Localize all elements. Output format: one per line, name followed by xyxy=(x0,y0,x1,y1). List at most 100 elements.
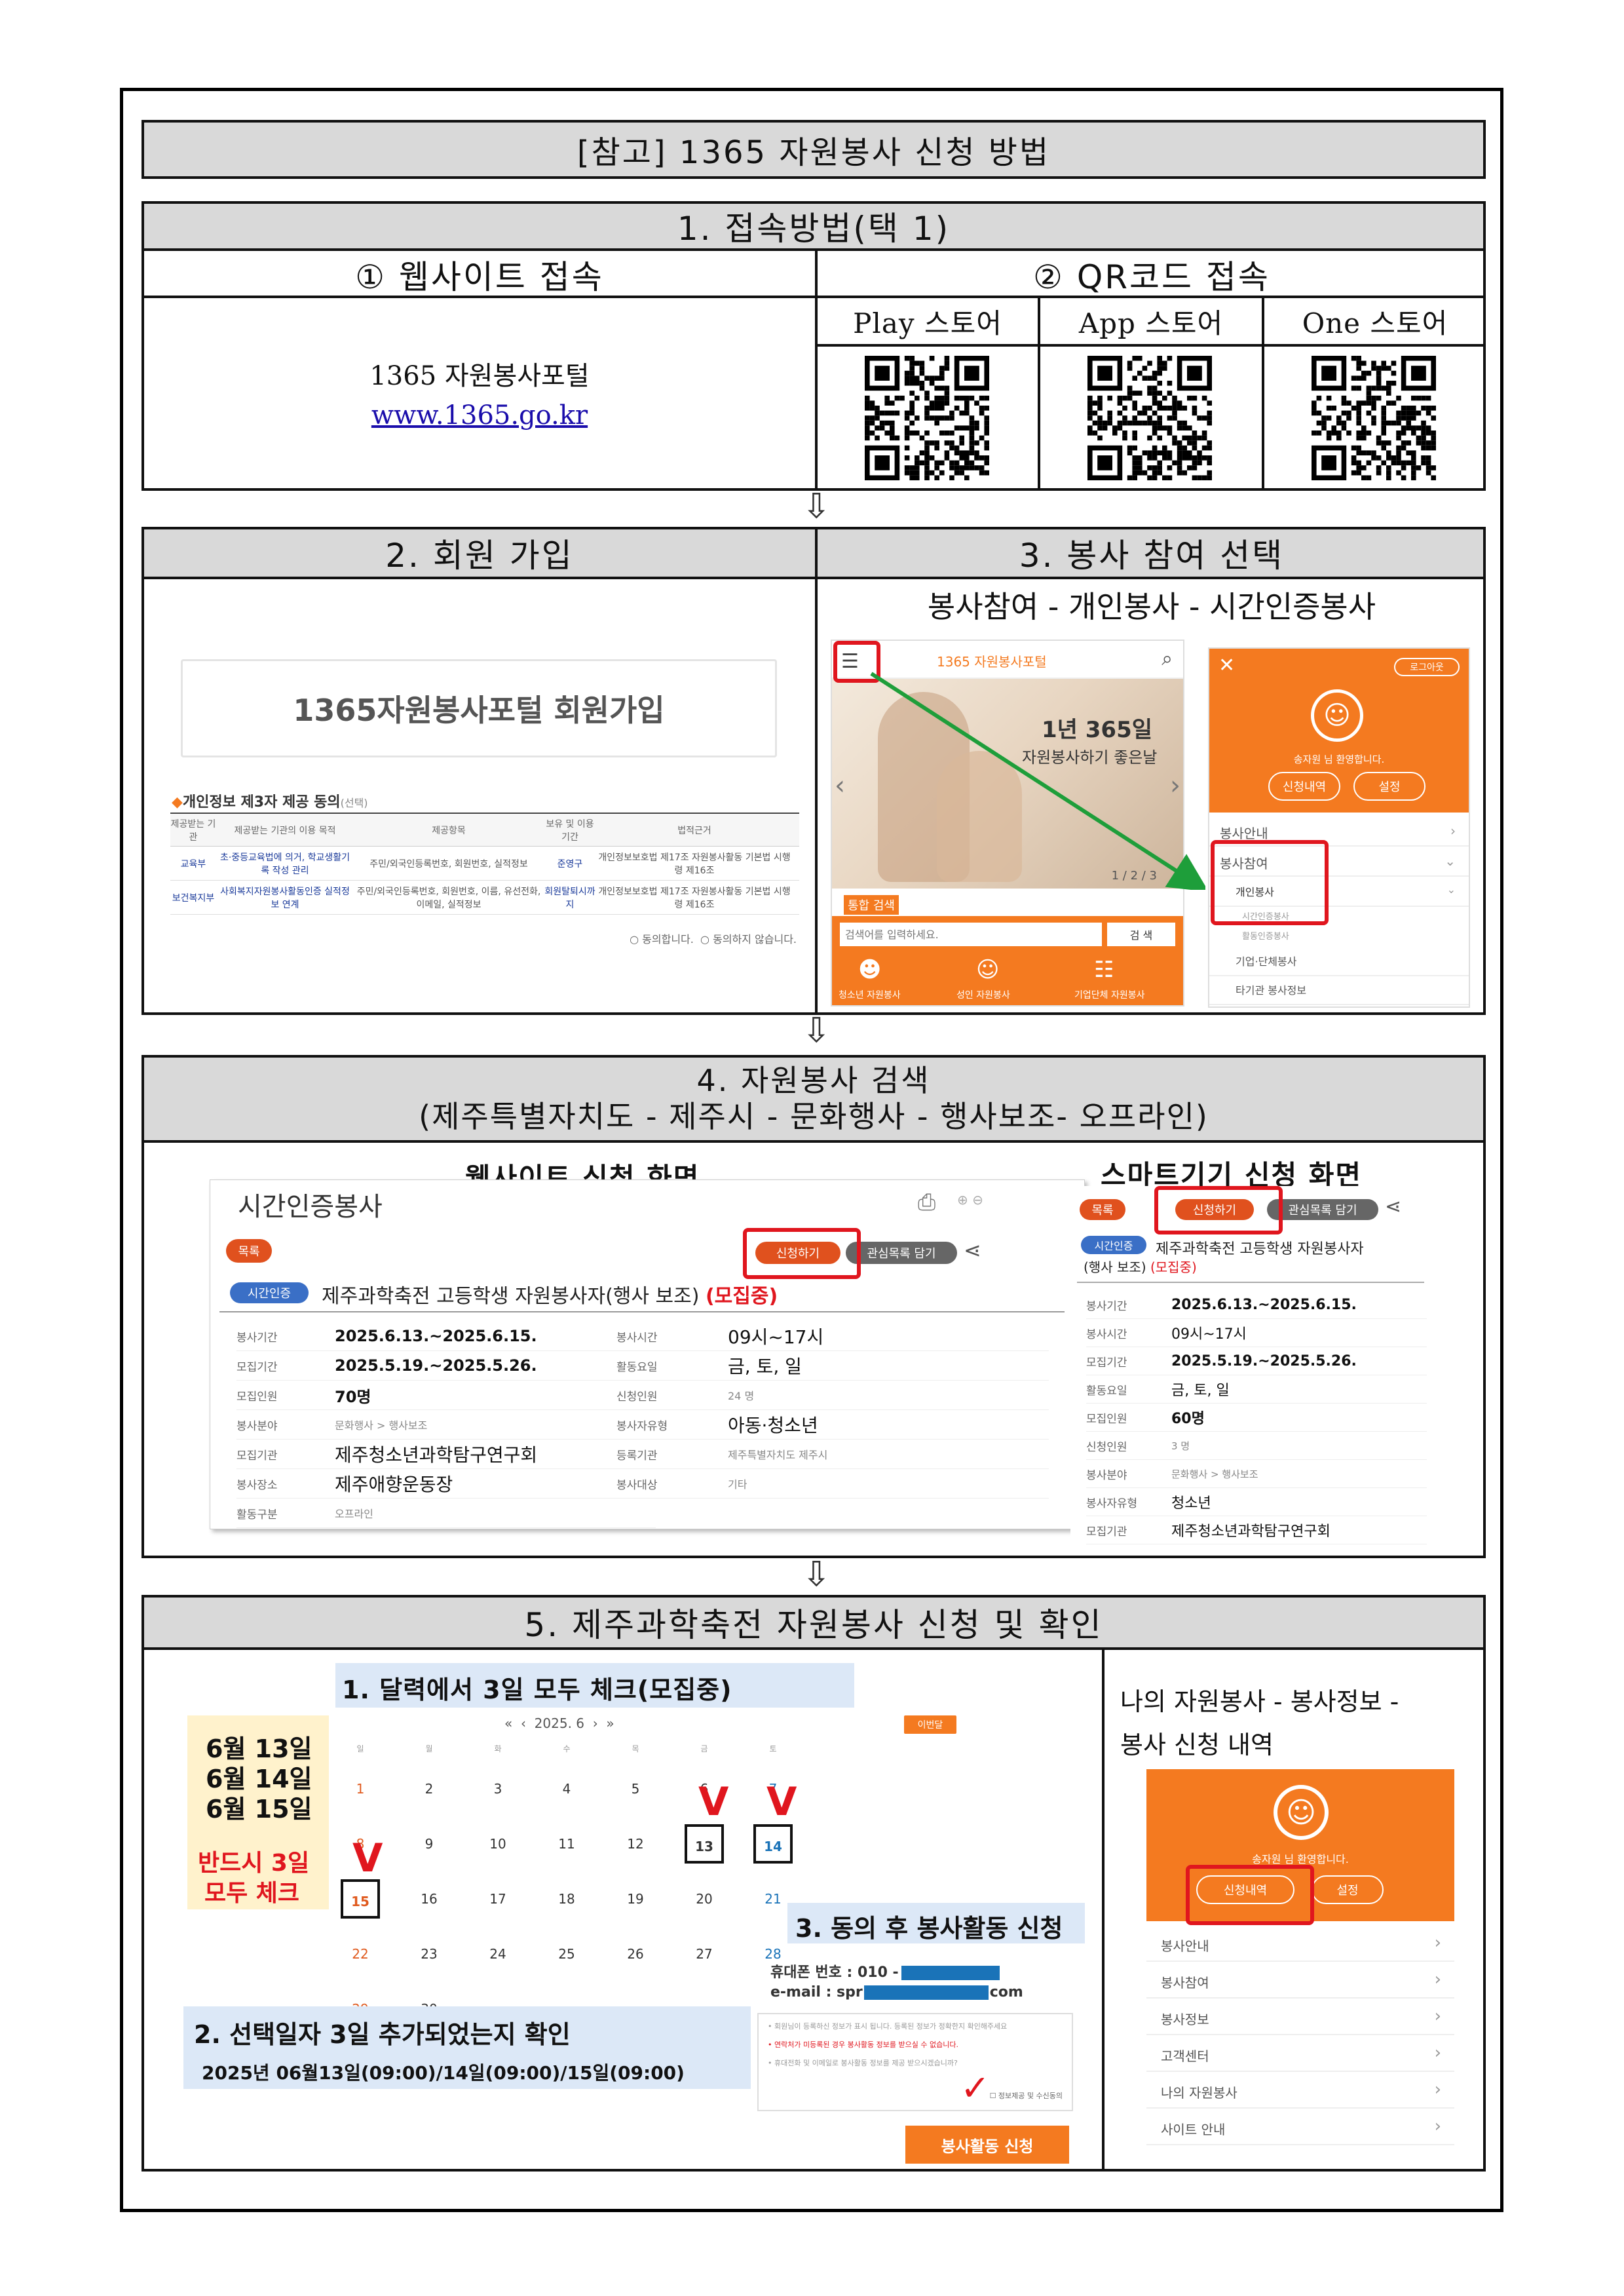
mobile-menu-screenshot: ✕ 로그아웃 ☺ 송자원 님 환영합니다. 신청내역 설정 봉사안내 › 봉사참여… xyxy=(1208,647,1470,1008)
calendar-day[interactable]: 25 xyxy=(547,1934,586,1974)
calendar-day[interactable]: 24 xyxy=(478,1934,518,1974)
calendar-day[interactable]: 18 xyxy=(547,1879,586,1919)
menu-corporate[interactable]: 기업·단체봉사 xyxy=(1209,947,1469,976)
web-detail-left-row: 봉사분야 문화행사 > 행사보조 xyxy=(236,1410,656,1440)
web-detail-left-value: 제주애향운동장 xyxy=(335,1474,453,1495)
calendar-day[interactable]: 21 xyxy=(753,1879,793,1919)
cell: 준영구 xyxy=(557,858,583,870)
adult-volunteer-icon[interactable]: ☺ xyxy=(976,957,999,983)
calendar-day[interactable]: 4 xyxy=(547,1769,586,1808)
menu-activity-cert[interactable]: 활동인증봉사 xyxy=(1242,929,1289,942)
calendar-day[interactable]: 5 xyxy=(616,1769,655,1808)
print-icon[interactable]: ⎙ xyxy=(918,1189,935,1215)
calendar-day-selected[interactable]: 15 xyxy=(341,1879,380,1919)
this-month-button[interactable]: 이번달 xyxy=(904,1715,956,1734)
disagree-radio[interactable]: ○ 동의하지 않습니다. xyxy=(700,933,797,946)
web-detail-right-row: 봉사대상 기타 xyxy=(616,1469,1049,1499)
col-basis: 법적근거 xyxy=(677,825,711,836)
web-detail-right-label: 활동요일 xyxy=(616,1360,658,1374)
my-menu-item[interactable]: 나의 자원봉사 › xyxy=(1146,2073,1454,2109)
web-detail-right-label: 봉사시간 xyxy=(616,1331,658,1345)
cell: 개인정보보호법 제17조 자원봉사활동 기본법 시행령 제16조 xyxy=(598,852,791,876)
web-detail-left-row: 모집기관 제주청소년과학탐구연구회 xyxy=(236,1440,656,1469)
favorite-button[interactable]: 관심목록 담기 xyxy=(846,1242,957,1264)
consent-row-1: 교육부 초·중등교육법에 의거, 학교생활기록 작성 관리 주민/외국인등록번호… xyxy=(170,847,799,881)
calendar-day[interactable]: 23 xyxy=(409,1934,449,1974)
carousel-prev-icon[interactable]: ‹ xyxy=(835,771,845,801)
calendar-day-selected[interactable]: 14 xyxy=(753,1824,793,1864)
time-cert-badge: 시간인증 xyxy=(230,1282,309,1303)
share-icon[interactable]: ⋖ xyxy=(964,1238,981,1263)
section3-path: 봉사참여 - 개인봉사 - 시간인증봉사 xyxy=(927,589,1376,624)
menu-label: 봉사안내 xyxy=(1220,826,1268,841)
calendar-day[interactable]: 27 xyxy=(685,1934,724,1974)
my-menu-item[interactable]: 봉사참여 › xyxy=(1146,1963,1454,1999)
section4-subtitle: (제주특별자치도 - 제주시 - 문화행사 - 행사보조- 오프라인) xyxy=(419,1099,1209,1134)
consent-checkbox[interactable]: ☐ 정보제공 및 수신동의 xyxy=(990,2090,1063,2101)
calendar-day[interactable]: 3 xyxy=(478,1769,518,1808)
email-redacted xyxy=(863,1985,989,2000)
calendar-day-selected[interactable]: 13 xyxy=(685,1824,724,1864)
youth-volunteer-icon[interactable]: ☻ xyxy=(858,957,881,983)
consent-title: ◆개인정보 제3자 제공 동의(선택) xyxy=(172,794,368,811)
web-detail-left-label: 모집기관 xyxy=(236,1449,278,1463)
search-panel: 검 색 ☻ ☺ ☷ 청소년 자원봉사 성인 자원봉사 기업단체 자원봉사 xyxy=(832,916,1183,1005)
portal-url-link[interactable]: www.1365.go.kr xyxy=(144,400,815,430)
cell: 사회복지자원봉사활동인증 실적정보 연계 xyxy=(220,886,350,910)
store-app-label: App 스토어 xyxy=(1078,307,1224,339)
mobile-detail-label: 모집기간 xyxy=(1086,1356,1127,1369)
calendar-nav[interactable]: « ‹ 2025. 6 › » xyxy=(504,1715,614,1731)
notice-1: • 회원님이 등록하신 정보가 표시 됩니다. 등록된 정보가 정확한지 확인해… xyxy=(768,2022,1008,2031)
my-menu-item[interactable]: 봉사안내 › xyxy=(1146,1926,1454,1962)
calendar-day[interactable]: 22 xyxy=(341,1934,380,1974)
web-detail-left-row: 모집인원 70명 xyxy=(236,1381,656,1410)
mobile-list-button[interactable]: 목록 xyxy=(1080,1199,1125,1220)
web-detail-right-value: 24 명 xyxy=(728,1390,755,1402)
calendar-day[interactable]: 20 xyxy=(685,1879,724,1919)
consent-radio-group[interactable]: ○ 동의합니다. ○ 동의하지 않습니다. xyxy=(630,930,797,946)
close-icon[interactable]: ✕ xyxy=(1218,654,1235,677)
my-menu-label: 고객센터 xyxy=(1161,2048,1209,2064)
logout-button[interactable]: 로그아웃 xyxy=(1394,658,1460,676)
calendar-day[interactable]: 9 xyxy=(409,1824,449,1864)
calendar-day[interactable]: 10 xyxy=(478,1824,518,1864)
calendar-day[interactable]: 1 xyxy=(341,1769,380,1808)
settings-button[interactable]: 설정 xyxy=(1353,772,1426,801)
section5-title: 5. 제주과학축전 자원봉사 신청 및 확인 xyxy=(144,1598,1483,1650)
corporate-volunteer-icon[interactable]: ☷ xyxy=(1094,957,1114,983)
event-title: 제주과학축전 고등학생 자원봉사자(행사 보조) (모집중) xyxy=(322,1280,778,1309)
calendar-day[interactable]: 19 xyxy=(616,1879,655,1919)
qr-code-play-store[interactable] xyxy=(865,356,989,480)
my-menu-item[interactable]: 봉사정보 › xyxy=(1146,2000,1454,2035)
col-agency: 제공받는 기관 xyxy=(170,818,216,843)
my-volunteer-path-2: 봉사 신청 내역 xyxy=(1120,1731,1274,1759)
calendar-day[interactable]: 26 xyxy=(616,1934,655,1974)
cell: 개인정보보호법 제17조 자원봉사활동 기본법 시행령 제16조 xyxy=(598,886,791,910)
calendar-day[interactable]: 16 xyxy=(409,1879,449,1919)
calendar-day[interactable]: 12 xyxy=(616,1824,655,1864)
my-menu-item[interactable]: 사이트 안내 › xyxy=(1146,2110,1454,2145)
my-menu-item[interactable]: 고객센터 › xyxy=(1146,2037,1454,2072)
notice-3: • 휴대전화 및 이메일로 봉사활동 정보를 제공 받으시겠습니까? xyxy=(768,2059,958,2067)
qr-code-one-store[interactable] xyxy=(1312,356,1436,480)
list-button[interactable]: 목록 xyxy=(226,1239,272,1263)
apply-history-button[interactable]: 신청내역 xyxy=(1268,772,1340,801)
calendar-day[interactable]: 11 xyxy=(547,1824,586,1864)
search-input[interactable] xyxy=(840,923,1102,946)
date-highlight-box: 6월 13일 6월 14일 6월 15일 반드시 3일 모두 체크 xyxy=(187,1715,329,1909)
qr-code-app-store[interactable] xyxy=(1087,356,1212,480)
zoom-icons[interactable]: ⊕ ⊖ xyxy=(957,1192,983,1208)
icon-label-adult: 성인 자원봉사 xyxy=(956,990,1010,1001)
calendar-day[interactable]: 2 xyxy=(409,1769,449,1808)
agree-radio[interactable]: ○ 동의합니다. xyxy=(630,933,694,946)
mobile-share-icon[interactable]: ⋖ xyxy=(1385,1195,1401,1218)
calendar-day[interactable]: 17 xyxy=(478,1879,518,1919)
search-button[interactable]: 검 색 xyxy=(1107,923,1175,946)
submit-volunteer-button[interactable]: 봉사활동 신청 xyxy=(905,2126,1069,2164)
mobile-favorite-button[interactable]: 관심목록 담기 xyxy=(1267,1199,1378,1220)
mobile-apply-highlight xyxy=(1154,1186,1283,1234)
my-settings-button[interactable]: 설정 xyxy=(1312,1875,1384,1904)
menu-other-org[interactable]: 타기관 봉사정보 xyxy=(1209,976,1469,1005)
my-menu-label: 봉사안내 xyxy=(1161,1938,1209,1954)
my-menu-label: 나의 자원봉사 xyxy=(1161,2085,1237,2101)
